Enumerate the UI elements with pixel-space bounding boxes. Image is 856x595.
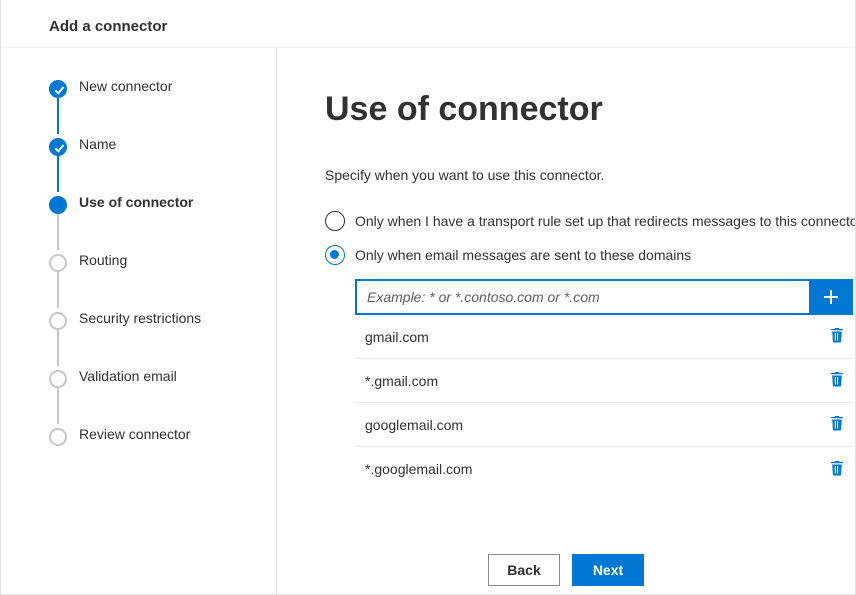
domain-label: *.googlemail.com	[365, 461, 472, 477]
main-content: Use of connector Specify when you want t…	[277, 48, 855, 594]
circle-icon	[49, 254, 67, 272]
trash-icon	[829, 371, 845, 387]
check-circle-icon	[49, 138, 67, 156]
domain-list-item: gmail.com	[355, 315, 853, 359]
step-label: Use of connector	[79, 194, 193, 210]
circle-icon	[49, 312, 67, 330]
trash-icon	[829, 460, 845, 476]
step-label: Validation email	[79, 368, 177, 384]
delete-domain-button[interactable]	[825, 411, 849, 438]
radio-icon	[325, 245, 345, 265]
domain-label: *.gmail.com	[365, 373, 438, 389]
delete-domain-button[interactable]	[825, 367, 849, 394]
wizard-step-use-of-connector[interactable]: Use of connector	[49, 194, 276, 252]
panel-title: Add a connector	[1, 0, 855, 48]
page-description: Specify when you want to use this connec…	[325, 167, 855, 183]
wizard-step-new-connector[interactable]: New connector	[49, 78, 276, 136]
domain-label: googlemail.com	[365, 417, 463, 433]
circle-icon	[49, 370, 67, 388]
radio-label: Only when email messages are sent to the…	[355, 247, 691, 263]
step-label: Routing	[79, 252, 127, 268]
wizard-steps-sidebar: New connector Name Use of connector Routing…	[1, 48, 277, 594]
step-label: Review connector	[79, 426, 190, 442]
back-button[interactable]: Back	[488, 554, 560, 586]
radio-option-transport-rule[interactable]: Only when I have a transport rule set up…	[325, 211, 855, 231]
domain-label: gmail.com	[365, 329, 429, 345]
wizard-step-review-connector: Review connector	[49, 426, 276, 484]
domain-list-item: *.gmail.com	[355, 359, 853, 403]
wizard-step-validation-email: Validation email	[49, 368, 276, 426]
domain-list-item: googlemail.com	[355, 403, 853, 447]
plus-icon	[822, 288, 840, 306]
step-connector	[57, 330, 59, 366]
domain-list-item: *.googlemail.com	[355, 447, 853, 491]
trash-icon	[829, 327, 845, 343]
step-connector	[57, 156, 59, 192]
delete-domain-button[interactable]	[825, 323, 849, 350]
step-label: Security restrictions	[79, 310, 201, 326]
next-button[interactable]: Next	[572, 554, 644, 586]
radio-option-domains[interactable]: Only when email messages are sent to the…	[325, 245, 855, 265]
radio-icon	[325, 211, 345, 231]
check-circle-icon	[49, 80, 67, 98]
step-connector	[57, 388, 59, 424]
step-label: Name	[79, 136, 116, 152]
step-connector	[57, 214, 59, 250]
circle-icon	[49, 428, 67, 446]
page-title: Use of connector	[325, 90, 855, 129]
domain-input[interactable]	[355, 279, 809, 315]
wizard-step-security-restrictions: Security restrictions	[49, 310, 276, 368]
wizard-step-routing: Routing	[49, 252, 276, 310]
step-connector	[57, 272, 59, 308]
delete-domain-button[interactable]	[825, 456, 849, 483]
footer-actions: Back Next	[277, 554, 855, 586]
radio-label: Only when I have a transport rule set up…	[355, 213, 855, 229]
wizard-step-name[interactable]: Name	[49, 136, 276, 194]
trash-icon	[829, 415, 845, 431]
step-connector	[57, 98, 59, 134]
step-label: New connector	[79, 78, 172, 94]
add-domain-button[interactable]	[809, 279, 853, 315]
filled-circle-icon	[49, 196, 67, 214]
